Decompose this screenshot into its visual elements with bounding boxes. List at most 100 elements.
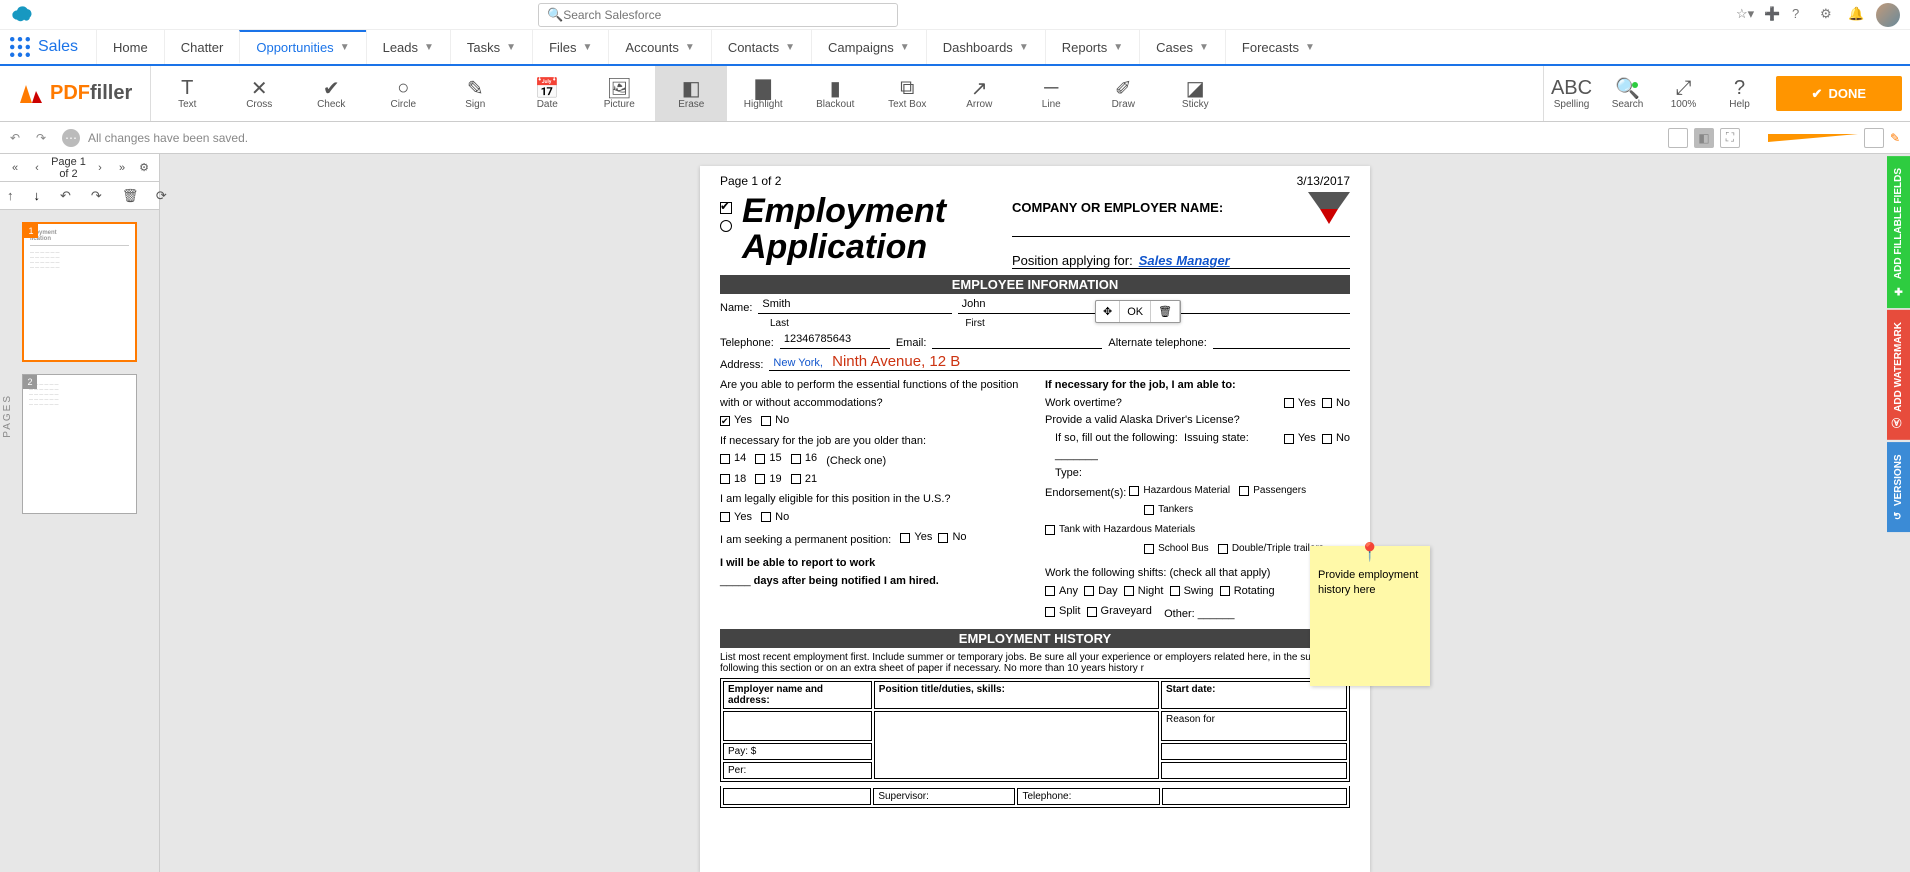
thumbnail-page-2[interactable]: 2— — — — — —— — — — — —— — — — — —— — — … xyxy=(22,374,137,514)
age-16-checkbox[interactable]: 16 xyxy=(791,450,817,468)
age-14-checkbox[interactable]: 14 xyxy=(720,450,746,468)
position-field[interactable]: Position applying for: Sales Manager xyxy=(1012,251,1350,269)
help-icon[interactable]: ? xyxy=(1792,6,1810,24)
pencil-icon[interactable]: ✎ xyxy=(1890,131,1900,145)
endorsement-checkbox[interactable]: Hazardous Material xyxy=(1129,483,1230,499)
tool-text[interactable]: TText xyxy=(151,66,223,121)
nav-tab-forecasts[interactable]: Forecasts▼ xyxy=(1225,30,1331,64)
telephone-field[interactable]: 12346785643 xyxy=(780,333,890,349)
nav-tab-tasks[interactable]: Tasks▼ xyxy=(450,30,532,64)
shift-rotating-checkbox[interactable]: Rotating xyxy=(1220,583,1275,601)
endorsement-checkbox[interactable]: Double/Triple trailers xyxy=(1218,541,1324,557)
age-21-checkbox[interactable]: 21 xyxy=(791,471,817,489)
company-field[interactable] xyxy=(1012,219,1350,237)
tool-draw[interactable]: ✐Draw xyxy=(1087,66,1159,121)
tool-sticky[interactable]: ◪Sticky xyxy=(1159,66,1231,121)
nav-tab-chatter[interactable]: Chatter xyxy=(164,30,240,64)
tool-textbox[interactable]: ⧉Text Box xyxy=(871,66,943,121)
shift-night-checkbox[interactable]: Night xyxy=(1124,583,1164,601)
endorsement-checkbox[interactable]: Passengers xyxy=(1239,483,1306,499)
nav-tab-contacts[interactable]: Contacts▼ xyxy=(711,30,811,64)
age-18-checkbox[interactable]: 18 xyxy=(720,471,746,489)
nav-tab-dashboards[interactable]: Dashboards▼ xyxy=(926,30,1045,64)
position-value[interactable]: Sales Manager xyxy=(1139,253,1230,268)
tool-100[interactable]: ⤢100% xyxy=(1656,66,1712,121)
tool-highlight[interactable]: ▇Highlight xyxy=(727,66,799,121)
user-avatar[interactable] xyxy=(1876,3,1900,27)
age-15-checkbox[interactable]: 15 xyxy=(755,450,781,468)
tool-erase[interactable]: ◧Erase xyxy=(655,66,727,121)
no-checkbox[interactable]: No xyxy=(761,412,789,430)
shift-day-checkbox[interactable]: Day xyxy=(1084,583,1118,601)
tool-check[interactable]: ✔Check xyxy=(295,66,367,121)
done-button[interactable]: ✔DONE xyxy=(1776,76,1902,111)
erase-mode-icon[interactable]: ◧ xyxy=(1694,128,1714,148)
tool-arrow[interactable]: ↗Arrow xyxy=(943,66,1015,121)
add-fillable-fields-rail[interactable]: ✚ADD FILLABLE FIELDS xyxy=(1887,156,1910,308)
nav-tab-cases[interactable]: Cases▼ xyxy=(1139,30,1225,64)
versions-rail[interactable]: ↺VERSIONS xyxy=(1887,442,1910,532)
nav-tab-accounts[interactable]: Accounts▼ xyxy=(608,30,710,64)
thumbnail-page-1[interactable]: 1ploymentlication— — — — — —— — — — — ——… xyxy=(22,222,137,362)
refresh-icon[interactable]: ⟳ xyxy=(156,188,167,204)
yes-checkbox[interactable]: Yes xyxy=(720,412,752,430)
global-search[interactable]: 🔍 xyxy=(538,3,898,27)
tool-sign[interactable]: ✎Sign xyxy=(439,66,511,121)
move-handle-icon[interactable]: ✥ xyxy=(1096,301,1120,322)
nav-tab-leads[interactable]: Leads▼ xyxy=(366,30,450,64)
nav-tab-files[interactable]: Files▼ xyxy=(532,30,608,64)
last-name-field[interactable]: Smith xyxy=(758,298,951,314)
undo-icon[interactable]: ↶ xyxy=(10,131,28,145)
color-white[interactable] xyxy=(1668,128,1688,148)
first-page-icon[interactable]: « xyxy=(6,159,24,177)
alt-tel-field[interactable] xyxy=(1213,333,1350,349)
tool-cross[interactable]: ✕Cross xyxy=(223,66,295,121)
address-field[interactable]: New York, Ninth Avenue, 12 B xyxy=(769,353,1350,371)
favorite-icon[interactable]: ☆▾ xyxy=(1736,6,1754,24)
thickness-slider[interactable] xyxy=(1768,134,1858,142)
page-settings-icon[interactable]: ⚙ xyxy=(135,159,153,177)
nav-tab-reports[interactable]: Reports▼ xyxy=(1045,30,1139,64)
prev-page-icon[interactable]: ‹ xyxy=(28,159,46,177)
endorsement-checkbox[interactable]: Tankers xyxy=(1144,502,1193,518)
sticky-note[interactable]: 📍 Provide employment history here xyxy=(1310,546,1430,686)
move-up-icon[interactable]: ↑ xyxy=(7,188,14,203)
redo-icon[interactable]: ↷ xyxy=(36,131,54,145)
notifications-bell-icon[interactable]: 🔔 xyxy=(1848,6,1866,24)
tool-blackout[interactable]: ▮Blackout xyxy=(799,66,871,121)
erase-area-icon[interactable]: ⛶ xyxy=(1720,128,1740,148)
shift-graveyard-checkbox[interactable]: Graveyard xyxy=(1087,603,1152,621)
canvas[interactable]: Page 1 of 23/13/2017 EmploymentApplicati… xyxy=(160,154,1910,872)
email-field[interactable] xyxy=(932,333,1102,349)
app-launcher-icon[interactable] xyxy=(10,37,30,57)
tool-help[interactable]: ?Help xyxy=(1712,66,1768,121)
shift-split-checkbox[interactable]: Split xyxy=(1045,603,1080,621)
popup-ok-button[interactable]: OK xyxy=(1120,301,1151,322)
setup-gear-icon[interactable]: ⚙ xyxy=(1820,6,1838,24)
tool-circle[interactable]: ○Circle xyxy=(367,66,439,121)
shift-swing-checkbox[interactable]: Swing xyxy=(1170,583,1214,601)
tool-search[interactable]: 🔍Search xyxy=(1600,66,1656,121)
nav-tab-home[interactable]: Home xyxy=(96,30,164,64)
tool-picture[interactable]: 🖼Picture xyxy=(583,66,655,121)
rotate-cw-icon[interactable]: ↷ xyxy=(91,188,102,204)
add-icon[interactable]: ➕ xyxy=(1764,6,1782,24)
tool-spelling[interactable]: ABCSpelling xyxy=(1544,66,1600,121)
tool-line[interactable]: ─Line xyxy=(1015,66,1087,121)
delete-page-icon[interactable]: 🗑 xyxy=(122,188,136,204)
shift-any-checkbox[interactable]: Any xyxy=(1045,583,1078,601)
endorsement-checkbox[interactable]: Tank with Hazardous Materials xyxy=(1045,522,1195,538)
next-page-icon[interactable]: › xyxy=(91,159,109,177)
popup-delete-icon[interactable]: 🗑 xyxy=(1151,301,1180,322)
nav-tab-opportunities[interactable]: Opportunities▼ xyxy=(239,30,365,64)
add-watermark-rail[interactable]: ⒶADD WATERMARK xyxy=(1887,310,1910,440)
last-page-icon[interactable]: » xyxy=(113,159,131,177)
mi-field[interactable] xyxy=(1157,298,1350,314)
move-down-icon[interactable]: ↓ xyxy=(34,188,41,203)
age-19-checkbox[interactable]: 19 xyxy=(755,471,781,489)
tool-date[interactable]: 📅Date xyxy=(511,66,583,121)
endorsement-checkbox[interactable]: School Bus xyxy=(1144,541,1209,557)
rotate-ccw-icon[interactable]: ↶ xyxy=(60,188,71,204)
nav-tab-campaigns[interactable]: Campaigns▼ xyxy=(811,30,926,64)
search-input[interactable] xyxy=(563,8,889,22)
